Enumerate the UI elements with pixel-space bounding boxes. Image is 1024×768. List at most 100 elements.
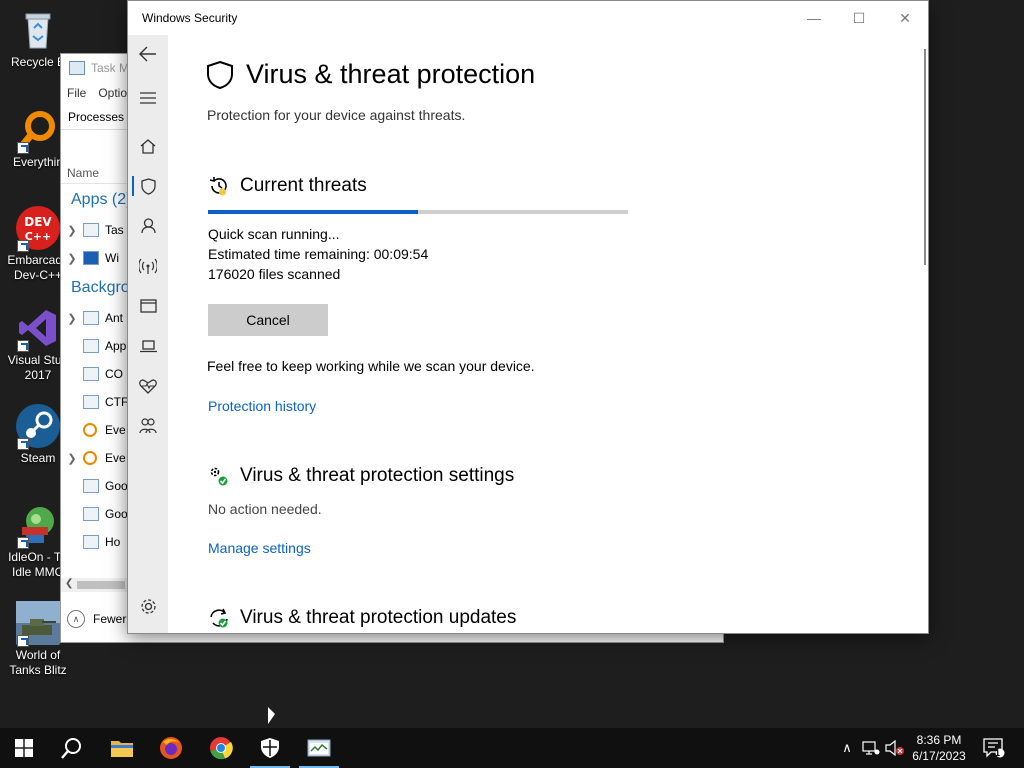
family-icon — [139, 418, 157, 434]
windows-security-window[interactable]: Windows Security — ☐ ✕ Virus & threat pr… — [127, 0, 929, 634]
process-name: CTF — [105, 395, 129, 409]
eta-label: Estimated time remaining: — [208, 246, 370, 262]
nav-app-browser-control[interactable] — [128, 289, 168, 323]
fewer-details-button[interactable]: ∧ Fewer — [67, 610, 126, 628]
minimize-button[interactable]: — — [791, 7, 837, 29]
chevron-right-icon[interactable]: ❯ — [61, 312, 83, 325]
updates-heading: Virus & threat protection updates — [208, 607, 516, 629]
scan-status: Quick scan running... — [208, 226, 340, 242]
back-button[interactable] — [128, 37, 168, 71]
nav-device-security[interactable] — [128, 329, 168, 363]
scan-progress-fill — [208, 210, 418, 214]
world-of-tanks-icon — [16, 601, 60, 647]
search-button[interactable] — [48, 728, 96, 768]
page-title: Virus & threat protection — [246, 59, 536, 89]
browser-window-icon — [139, 299, 157, 313]
antenna-icon — [139, 258, 157, 274]
chevron-up-icon: ∧ — [67, 610, 85, 628]
google-update-icon — [83, 507, 99, 521]
taskbar-file-explorer[interactable] — [98, 728, 146, 768]
protection-history-link[interactable]: Protection history — [208, 398, 316, 414]
chevron-right-icon[interactable]: ❯ — [61, 452, 83, 465]
tab-processes[interactable]: Processes — [68, 110, 124, 124]
maximize-button[interactable]: ☐ — [836, 7, 882, 29]
taskbar-windows-security[interactable] — [246, 728, 294, 768]
nav-virus-threat-protection[interactable] — [128, 169, 168, 203]
shield-icon — [207, 60, 233, 89]
shortcut-arrow-icon — [17, 438, 29, 450]
taskbar-clock[interactable]: 8:36 PM 6/17/2023 — [902, 732, 976, 764]
vertical-scrollbar[interactable] — [924, 49, 926, 265]
current-threats-title: Current threats — [240, 175, 367, 196]
devcpp-icon: DEV C++ — [16, 206, 60, 252]
heart-pulse-icon — [139, 378, 157, 394]
taskbar-chrome[interactable] — [197, 728, 245, 768]
task-manager-app-icon — [83, 223, 99, 237]
home-icon — [140, 138, 156, 154]
menu-options[interactable]: Optio — [98, 86, 127, 100]
action-center-button[interactable]: 1 — [980, 728, 1008, 768]
estimated-time: Estimated time remaining: 00:09:54 — [208, 246, 428, 262]
nav-settings[interactable] — [128, 589, 168, 623]
mouse-cursor — [268, 707, 275, 724]
process-icon — [83, 535, 99, 549]
nav-device-performance[interactable] — [128, 369, 168, 403]
process-name: Eve — [105, 423, 126, 437]
updates-title: Virus & threat protection updates — [240, 607, 517, 628]
scroll-left-arrow-icon[interactable]: ❮ — [65, 578, 73, 589]
menu-button[interactable] — [128, 81, 168, 115]
nav-account-protection[interactable] — [128, 209, 168, 243]
network-ethernet-icon — [862, 741, 880, 755]
windows-security-app-icon — [83, 251, 99, 265]
main-content: Virus & threat protection Protection for… — [168, 35, 928, 633]
history-clock-icon — [209, 177, 227, 196]
person-icon — [140, 218, 156, 234]
taskbar-task-manager[interactable] — [295, 728, 343, 768]
process-icon — [83, 311, 99, 325]
manage-settings-link[interactable]: Manage settings — [208, 540, 311, 556]
recycle-bin-icon — [16, 8, 60, 52]
process-name: Eve — [105, 451, 126, 465]
settings-title: Virus & threat protection settings — [240, 465, 515, 486]
files-count: 176020 — [208, 266, 255, 282]
process-name: Ant — [105, 311, 124, 325]
notification-count: 1 — [995, 748, 1001, 758]
hamburger-icon — [140, 92, 156, 104]
shortcut-arrow-icon — [17, 142, 29, 154]
clock-date: 6/17/2023 — [912, 749, 966, 763]
svg-text:DEV: DEV — [24, 215, 52, 229]
shield-icon — [261, 738, 279, 758]
laptop-icon — [139, 339, 157, 352]
files-scanned: 176020 files scanned — [208, 266, 340, 282]
shortcut-arrow-icon — [17, 340, 29, 352]
close-button[interactable]: ✕ — [882, 7, 928, 29]
notification-icon — [983, 738, 1005, 758]
nav-family-options[interactable] — [128, 409, 168, 443]
chevron-right-icon[interactable]: ❯ — [61, 252, 83, 265]
process-name: Goo — [105, 507, 128, 521]
settings-status: No action needed. — [208, 501, 322, 517]
tray-network[interactable] — [860, 728, 882, 768]
cancel-scan-button[interactable]: Cancel — [208, 304, 328, 336]
start-button[interactable] — [0, 728, 48, 768]
page-subtitle: Protection for your device against threa… — [207, 107, 466, 123]
menu-file[interactable]: File — [67, 86, 86, 100]
scrollbar-thumb[interactable] — [77, 581, 125, 589]
shortcut-arrow-icon — [17, 537, 29, 549]
taskbar-firefox[interactable] — [147, 728, 195, 768]
chevron-right-icon[interactable]: ❯ — [61, 224, 83, 237]
nav-firewall[interactable] — [128, 249, 168, 283]
shield-icon — [140, 177, 156, 195]
process-name: Goo — [105, 479, 128, 493]
idleon-icon — [16, 503, 60, 549]
nav-home[interactable] — [128, 129, 168, 163]
process-icon — [83, 339, 99, 353]
clock-time: 8:36 PM — [916, 733, 962, 747]
scan-progress-bar — [208, 210, 628, 214]
current-threats-heading: Current threats — [208, 175, 367, 197]
tray-overflow-chevron-up-icon[interactable]: ∧ — [838, 728, 856, 768]
chrome-icon — [210, 737, 233, 760]
windows-security-titlebar[interactable]: Windows Security — ☐ ✕ — [128, 1, 928, 35]
horizontal-scrollbar[interactable]: ❮ — [61, 578, 129, 592]
update-refresh-icon — [210, 608, 228, 628]
